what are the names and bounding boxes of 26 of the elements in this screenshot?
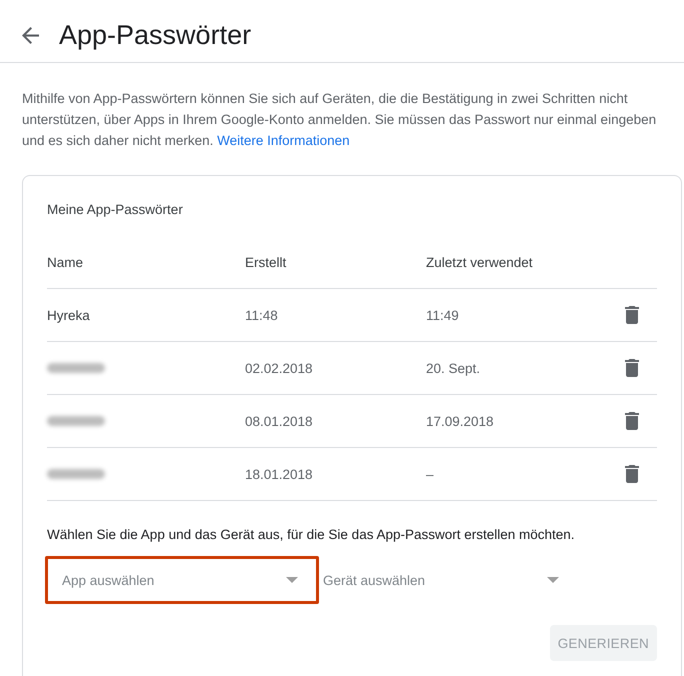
created-cell-text: 02.02.2018 [245, 360, 314, 376]
app-name: Hyreka [47, 308, 90, 322]
column-header: Name [47, 254, 84, 270]
delete-icon[interactable] [625, 412, 639, 430]
created-cell-text: 18.01.2018 [245, 466, 314, 482]
column-header: Zuletzt verwendet [426, 254, 534, 270]
page-title: App-Passwörter [59, 19, 252, 52]
device-dropdown[interactable]: Gerät auswählen [323, 565, 563, 595]
delete-icon[interactable] [625, 359, 639, 377]
caret-icon [286, 577, 298, 583]
delete-icon[interactable] [625, 306, 639, 324]
card-title: Meine App-Passwörter [47, 201, 184, 219]
instruction-text: Wählen Sie die App und das Gerät aus, für die Sie das App-Passwort erstellen möchten. [47, 526, 576, 544]
intro-paragraph: Mithilfe von App-Passwörtern können Sie sich auf Geräten, die die Bestätigung in zwei Schritten nicht unterstützen, über Apps in Ihrem Google-Konto anmelden. Sie müssen das Passwort nur einmal eingeben und es sich daher nicht merken. Weitere Informationen [22, 90, 658, 150]
column-header: Erstellt [245, 254, 288, 270]
caret-icon [547, 577, 559, 583]
created-cell-text: 11:48 [245, 308, 279, 322]
last-used-cell-text: – [426, 466, 435, 482]
app-dropdown[interactable]: App auswählen [62, 565, 302, 595]
last-used-cell-text: 20. Sept. [426, 360, 482, 376]
delete-icon[interactable] [625, 465, 639, 483]
back-arrow-icon[interactable] [22, 26, 39, 44]
created-cell-text: 08.01.2018 [245, 414, 314, 428]
last-used-cell-text: 17.09.2018 [426, 414, 495, 428]
last-used-cell-text: 11:49 [426, 308, 460, 322]
more-info-link[interactable]: Weitere Informationen [217, 133, 350, 148]
